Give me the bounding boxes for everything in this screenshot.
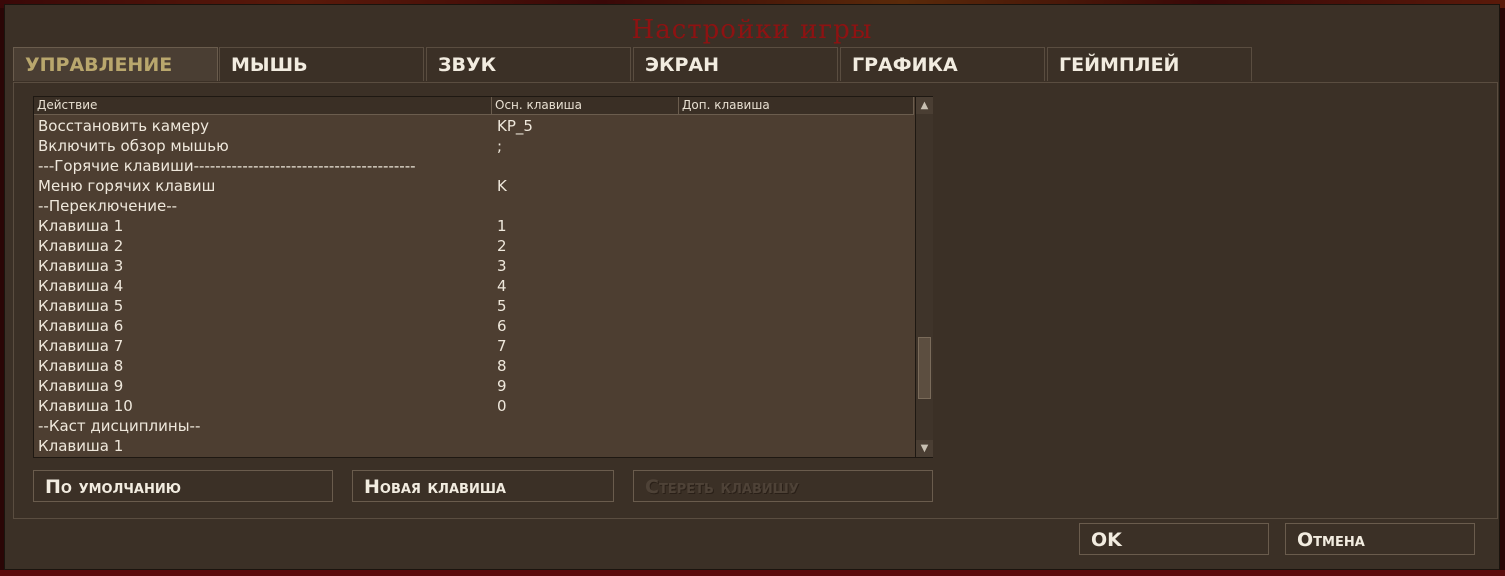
primary-key-cell: K xyxy=(497,177,507,195)
dialog-title: Настройки игры xyxy=(631,15,873,45)
primary-key-cell: 2 xyxy=(497,237,507,255)
action-cell: Восстановить камеру xyxy=(38,117,210,135)
action-cell: Меню горячих клавиш xyxy=(38,177,216,195)
table-row[interactable]: Клавиша 9 9 xyxy=(34,376,914,396)
table-row[interactable]: --Переключение-- xyxy=(34,196,914,216)
table-row[interactable]: Клавиша 8 8 xyxy=(34,356,914,376)
action-cell: Клавиша 7 xyxy=(38,337,124,355)
action-cell: Клавиша 9 xyxy=(38,377,124,395)
primary-key-cell: 0 xyxy=(497,397,507,415)
action-cell: Клавиша 4 xyxy=(38,277,124,295)
action-cell: Включить обзор мышью xyxy=(38,137,229,155)
tab-screen[interactable]: Экран xyxy=(633,47,838,81)
primary-key-cell: 1 xyxy=(497,217,507,235)
action-cell: ---Горячие клавиши----------------------… xyxy=(38,157,416,175)
primary-key-cell: 3 xyxy=(497,257,507,275)
tab-graphics[interactable]: Графика xyxy=(840,47,1045,81)
primary-key-cell: 8 xyxy=(497,357,507,375)
table-row[interactable]: Клавиша 7 7 xyxy=(34,336,914,356)
primary-key-cell: ; xyxy=(497,137,503,155)
column-header-primary[interactable]: Осн. клавиша xyxy=(492,97,679,114)
action-cell: Клавиша 1 xyxy=(38,437,124,455)
scrollbar-thumb[interactable] xyxy=(918,337,931,399)
action-cell: Клавиша 1 xyxy=(38,217,124,235)
tab-gameplay[interactable]: Геймплей xyxy=(1047,47,1252,81)
tab-controls[interactable]: Управление xyxy=(13,47,218,81)
table-header: Действие Осн. клавиша Доп. клавиша xyxy=(34,97,914,115)
table-row[interactable]: Клавиша 4 4 xyxy=(34,276,914,296)
primary-key-cell: 9 xyxy=(497,377,507,395)
tab-sound[interactable]: Звук xyxy=(426,47,631,81)
table-row[interactable]: --Каст дисциплины-- xyxy=(34,416,914,436)
primary-key-cell: 6 xyxy=(497,317,507,335)
primary-key-cell: 5 xyxy=(497,297,507,315)
action-cell: --Переключение-- xyxy=(38,197,178,215)
action-cell: Клавиша 5 xyxy=(38,297,124,315)
primary-key-cell: 4 xyxy=(497,277,507,295)
tab-mouse[interactable]: Мышь xyxy=(219,47,424,81)
cancel-button[interactable]: Отмена xyxy=(1285,523,1475,555)
action-cell: Клавиша 10 xyxy=(38,397,133,415)
action-cell: Клавиша 3 xyxy=(38,257,124,275)
table-row[interactable]: Клавиша 10 0 xyxy=(34,396,914,416)
table-row[interactable]: Включить обзор мышью; xyxy=(34,136,914,156)
triangle-down-icon[interactable]: ▼ xyxy=(916,440,933,457)
table-body: Восстановить камеру KP_5 Включить обзор мы… xyxy=(34,116,914,456)
table-row[interactable]: Клавиша 1 xyxy=(34,436,914,456)
triangle-up-icon[interactable]: ▲ xyxy=(916,97,933,114)
table-row[interactable]: Меню горячих клавиш K xyxy=(34,176,914,196)
table-row[interactable]: Клавиша 6 6 xyxy=(34,316,914,336)
table-row[interactable]: Клавиша 5 5 xyxy=(34,296,914,316)
column-header-secondary[interactable]: Доп. клавиша xyxy=(679,97,914,114)
table-row[interactable]: Клавиша 3 3 xyxy=(34,256,914,276)
table-row[interactable]: ---Горячие клавиши----------------------… xyxy=(34,156,914,176)
primary-key-cell: 7 xyxy=(497,337,507,355)
action-cell: Клавиша 8 xyxy=(38,357,124,375)
column-header-action[interactable]: Действие xyxy=(34,97,492,114)
table-scrollbar[interactable]: ▲ ▼ xyxy=(915,97,933,457)
erase-key-button[interactable]: Стереть клавишу xyxy=(633,470,933,502)
new-key-button[interactable]: Новая клавиша xyxy=(352,470,614,502)
keybind-table: Действие Осн. клавиша Доп. клавиша Восст… xyxy=(33,96,933,458)
primary-key-cell: KP_5 xyxy=(497,117,533,135)
table-row[interactable]: Клавиша 2 2 xyxy=(34,236,914,256)
table-row[interactable]: Восстановить камеру KP_5 xyxy=(34,116,914,136)
action-cell: Клавиша 6 xyxy=(38,317,124,335)
action-cell: --Каст дисциплины-- xyxy=(38,417,201,435)
ok-button[interactable]: OK xyxy=(1079,523,1269,555)
reset-defaults-button[interactable]: По умолчанию xyxy=(33,470,333,502)
background-bottom-strip xyxy=(0,570,1505,576)
action-cell: Клавиша 2 xyxy=(38,237,124,255)
table-row[interactable]: Клавиша 1 1 xyxy=(34,216,914,236)
